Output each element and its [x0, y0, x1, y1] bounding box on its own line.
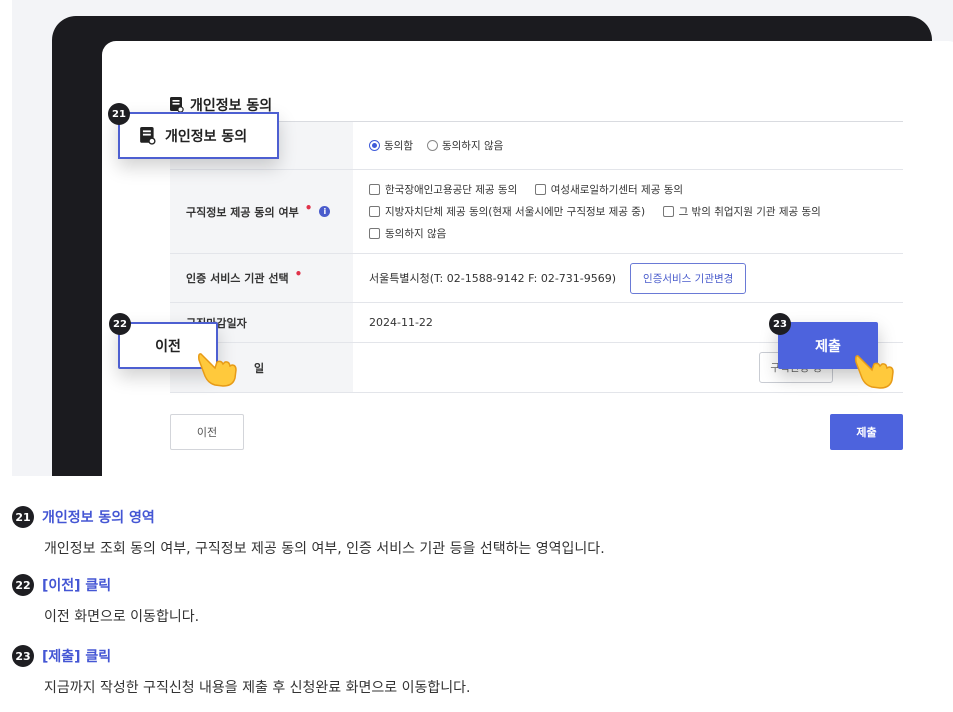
row-value: 서울특별시청(T: 02-1588-9142 F: 02-731-9569) 인…: [353, 254, 903, 302]
description-head: 23 [제출] 클릭: [12, 645, 942, 667]
callout-personal-consent: 개인정보 동의: [118, 112, 279, 159]
checkbox-icon: [369, 227, 380, 239]
form-row-personal-consent: 동의함 동의하지 않음: [170, 122, 903, 170]
row-label: 인증 서비스 기관 선택 •: [170, 254, 353, 302]
checkbox-icon: [662, 205, 674, 217]
description-title: 개인정보 동의 영역: [42, 510, 155, 526]
auth-agency-value: 서울특별시청(T: 02-1588-9142 F: 02-731-9569): [369, 272, 617, 285]
row-value: 동의함 동의하지 않음: [353, 122, 903, 169]
description-body: 개인정보 조회 동의 여부, 구직정보 제공 동의 여부, 인증 서비스 기관 …: [44, 541, 605, 557]
row-label: 구직정보 제공 동의 여부 • i: [170, 170, 353, 253]
row-value: 한국장애인고용공단 제공 동의 여성새로일하기센터 제공 동의 지방자치단체 제…: [353, 170, 903, 253]
checkbox-not-agree[interactable]: 동의하지 않음: [369, 226, 446, 241]
description-title: [이전] 클릭: [42, 578, 112, 594]
info-icon[interactable]: i: [319, 206, 331, 217]
checkbox-women-center[interactable]: 여성새로일하기센터 제공 동의: [534, 182, 683, 197]
checkbox-disability-agency[interactable]: 한국장애인고용공단 제공 동의: [369, 182, 517, 197]
radio-checked-icon: [369, 140, 380, 151]
screenshot-stage: 개인정보 동의 동의함 동의하지 않음 구직정보 제공 동의 여부 • i 한국…: [12, 0, 953, 476]
prev-button[interactable]: 이전: [170, 414, 244, 450]
form-row-job-info-consent: 구직정보 제공 동의 여부 • i 한국장애인고용공단 제공 동의 여성새로일하…: [170, 170, 903, 254]
submit-button[interactable]: 제출: [830, 414, 903, 450]
device-screen: 개인정보 동의 동의함 동의하지 않음 구직정보 제공 동의 여부 • i 한국…: [102, 41, 953, 476]
description-item: 23 [제출] 클릭 지금까지 작성한 구직신청 내용을 제출 후 신청완료 화…: [12, 645, 942, 697]
change-agency-button[interactable]: 인증서비스 기관변경: [630, 262, 747, 294]
document-icon: [140, 126, 156, 145]
checkbox-local-government[interactable]: 지방자치단체 제공 동의(현재 서울시에만 구직정보 제공 중): [369, 204, 645, 219]
required-mark: •: [294, 267, 303, 281]
radio-empty-icon: [426, 140, 438, 151]
radio-disagree[interactable]: 동의하지 않음: [426, 138, 503, 153]
pointing-hand-icon: [855, 355, 894, 389]
description-head: 21 개인정보 동의 영역: [12, 506, 942, 528]
checkbox-icon: [369, 205, 380, 217]
description-item: 22 [이전] 클릭 이전 화면으로 이동합니다.: [12, 574, 942, 626]
callout-number-badge: 22: [109, 313, 131, 335]
document-icon: [170, 97, 184, 113]
device-frame: 개인정보 동의 동의함 동의하지 않음 구직정보 제공 동의 여부 • i 한국…: [52, 16, 953, 476]
callout-number-badge: 21: [108, 103, 130, 125]
checkbox-other-agency[interactable]: 그 밖의 취업지원 기관 제공 동의: [662, 204, 821, 219]
description-title: [제출] 클릭: [42, 649, 112, 665]
callout-number-badge: 23: [769, 313, 791, 335]
description-body: 지금까지 작성한 구직신청 내용을 제출 후 신청완료 화면으로 이동합니다.: [44, 680, 471, 696]
checkbox-icon: [534, 183, 546, 195]
description-number: 22: [12, 574, 34, 596]
pointing-hand-icon: [198, 353, 237, 387]
description-body: 이전 화면으로 이동합니다.: [44, 609, 200, 625]
required-mark: •: [304, 200, 313, 215]
description-number: 21: [12, 506, 34, 528]
radio-agree[interactable]: 동의함: [369, 138, 413, 153]
description-head: 22 [이전] 클릭: [12, 574, 942, 596]
description-item: 21 개인정보 동의 영역 개인정보 조회 동의 여부, 구직정보 제공 동의 …: [12, 506, 942, 558]
description-number: 23: [12, 645, 34, 667]
form-row-auth-agency: 인증 서비스 기관 선택 • 서울특별시청(T: 02-1588-9142 F:…: [170, 254, 903, 303]
checkbox-icon: [369, 183, 380, 195]
